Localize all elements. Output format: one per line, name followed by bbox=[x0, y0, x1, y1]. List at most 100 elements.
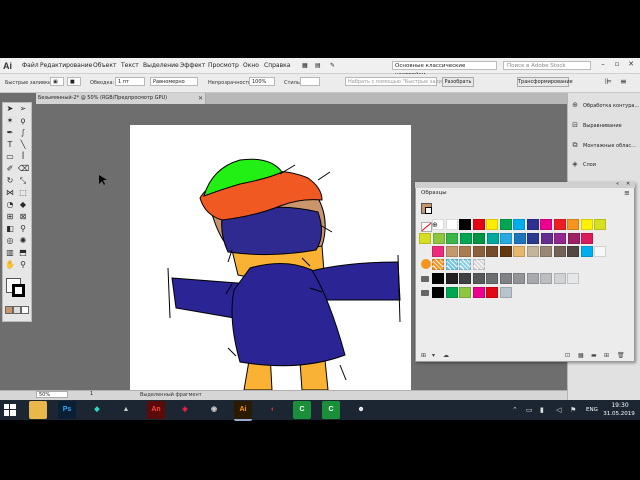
swatches-tab[interactable]: Образцы bbox=[418, 188, 458, 198]
swatch[interactable] bbox=[486, 287, 498, 298]
animate-icon[interactable]: An bbox=[147, 401, 165, 419]
camtasia-icon[interactable]: C bbox=[293, 401, 311, 419]
swatch[interactable] bbox=[459, 273, 471, 284]
swatch-libraries-icon[interactable]: ⊞ bbox=[421, 352, 426, 359]
dock-item-pathfinder[interactable]: Обработка контура... bbox=[583, 103, 639, 109]
swatch[interactable] bbox=[499, 273, 512, 284]
swatch[interactable] bbox=[553, 219, 566, 230]
swatch[interactable] bbox=[446, 233, 458, 244]
dock-item-align[interactable]: Выравнивание bbox=[583, 123, 622, 129]
zoom-field[interactable]: 50% bbox=[36, 391, 68, 398]
camera-icon[interactable]: ◉ bbox=[205, 401, 223, 419]
align-panel-icon[interactable]: ⊟ bbox=[571, 121, 579, 129]
app-icon-cat[interactable]: ☻ bbox=[352, 401, 370, 419]
battery-icon[interactable]: ▭ bbox=[526, 406, 533, 414]
swatch[interactable] bbox=[526, 219, 539, 230]
artboard-nav[interactable]: 1 bbox=[90, 391, 93, 397]
swatch[interactable] bbox=[445, 273, 458, 284]
registration-swatch-icon[interactable]: ⊕ bbox=[432, 221, 438, 229]
folder-icon[interactable] bbox=[421, 290, 429, 296]
panel-menu-icon[interactable]: ≡ bbox=[624, 189, 630, 197]
swatch[interactable] bbox=[445, 287, 458, 298]
current-stroke-swatch[interactable] bbox=[425, 207, 432, 214]
swatch[interactable] bbox=[499, 287, 512, 298]
swatch[interactable] bbox=[445, 246, 458, 257]
volume-icon[interactable]: ◁ bbox=[556, 406, 561, 414]
swatch[interactable] bbox=[540, 273, 552, 284]
swatch[interactable] bbox=[419, 233, 431, 244]
swatch[interactable] bbox=[499, 246, 512, 257]
swatch[interactable] bbox=[459, 246, 471, 257]
swatch[interactable] bbox=[594, 219, 606, 230]
file-explorer-icon[interactable] bbox=[29, 401, 47, 419]
show-kinds-icon[interactable]: ▾ bbox=[432, 352, 435, 359]
swatch[interactable] bbox=[540, 233, 553, 244]
new-swatch-icon[interactable]: ⊞ bbox=[604, 352, 609, 359]
app-icon-teal[interactable]: ◆ bbox=[88, 401, 106, 419]
swatch[interactable] bbox=[554, 233, 566, 244]
delete-swatch-icon[interactable]: 🗑 bbox=[617, 352, 625, 359]
swatch[interactable] bbox=[499, 219, 512, 230]
dock-item-artboards[interactable]: Монтажные облас... bbox=[583, 143, 636, 149]
swatch[interactable] bbox=[472, 273, 485, 284]
swatch[interactable] bbox=[472, 246, 485, 257]
swatch[interactable] bbox=[513, 233, 526, 244]
swatch[interactable] bbox=[500, 233, 512, 244]
layers-icon[interactable]: ◈ bbox=[571, 160, 579, 168]
swatch[interactable] bbox=[513, 246, 525, 257]
swatch[interactable] bbox=[567, 219, 579, 230]
swatch[interactable] bbox=[432, 233, 445, 244]
swatch[interactable] bbox=[594, 246, 606, 257]
panel-collapse-icon[interactable]: « bbox=[616, 181, 619, 187]
swatch[interactable] bbox=[567, 246, 579, 257]
chrome-icon[interactable]: ◐ bbox=[264, 401, 282, 419]
swatch[interactable] bbox=[527, 233, 539, 244]
swatch[interactable] bbox=[473, 233, 485, 244]
dock-item-layers[interactable]: Слои bbox=[583, 162, 596, 168]
swatch[interactable] bbox=[540, 246, 552, 257]
swatch[interactable] bbox=[580, 219, 593, 230]
swatch[interactable] bbox=[486, 273, 498, 284]
swatch[interactable] bbox=[513, 219, 525, 230]
illustrator-taskbar-icon[interactable]: Ai bbox=[234, 401, 252, 421]
clock-time[interactable]: 19:30 bbox=[605, 402, 635, 409]
swatch[interactable] bbox=[459, 219, 471, 230]
swatch[interactable] bbox=[459, 287, 471, 298]
swatch[interactable] bbox=[580, 246, 593, 257]
swatch[interactable] bbox=[553, 246, 566, 257]
panel-close-icon[interactable]: ✕ bbox=[626, 181, 630, 187]
photoshop-icon[interactable]: Ps bbox=[58, 401, 76, 419]
swatch[interactable] bbox=[486, 233, 499, 244]
cc-libraries-icon[interactable]: ☁ bbox=[443, 352, 449, 359]
clock-date[interactable]: 31.05.2019 bbox=[601, 411, 637, 417]
language-indicator[interactable]: ENG bbox=[586, 407, 598, 413]
swatch[interactable] bbox=[526, 246, 539, 257]
pathfinder-icon[interactable]: ⊕ bbox=[571, 101, 579, 109]
swatch[interactable] bbox=[540, 219, 552, 230]
swatch[interactable] bbox=[513, 273, 525, 284]
pattern-swatch[interactable] bbox=[445, 259, 458, 270]
swatch[interactable] bbox=[567, 233, 580, 244]
swatch[interactable] bbox=[486, 246, 498, 257]
new-color-group-icon[interactable]: ▦ bbox=[578, 352, 584, 359]
pattern-swatch-sun[interactable] bbox=[421, 259, 431, 269]
pattern-swatch[interactable] bbox=[472, 259, 485, 270]
notification-flag-icon[interactable]: ⚑ bbox=[570, 406, 576, 414]
swatch[interactable] bbox=[567, 273, 579, 284]
app-icon-ship[interactable]: ▲ bbox=[117, 401, 135, 419]
swatch[interactable] bbox=[472, 219, 485, 230]
network-icon[interactable]: ▮ bbox=[540, 406, 544, 414]
swatch[interactable] bbox=[581, 233, 593, 244]
app-icon-red[interactable]: ◈ bbox=[176, 401, 194, 419]
swatch[interactable] bbox=[432, 273, 444, 284]
swatch[interactable] bbox=[553, 273, 566, 284]
windows-start-icon[interactable] bbox=[2, 402, 18, 418]
edit-swatch-icon[interactable]: ⊡ bbox=[565, 352, 570, 359]
artboards-icon[interactable]: ⧉ bbox=[571, 141, 579, 149]
swatch[interactable] bbox=[486, 219, 498, 230]
new-swatch-folder-icon[interactable]: ▬ bbox=[591, 352, 597, 359]
tray-expand-icon[interactable]: ⌃ bbox=[512, 406, 518, 414]
swatch[interactable] bbox=[526, 273, 539, 284]
swatch[interactable] bbox=[445, 219, 458, 230]
swatch[interactable] bbox=[459, 233, 472, 244]
